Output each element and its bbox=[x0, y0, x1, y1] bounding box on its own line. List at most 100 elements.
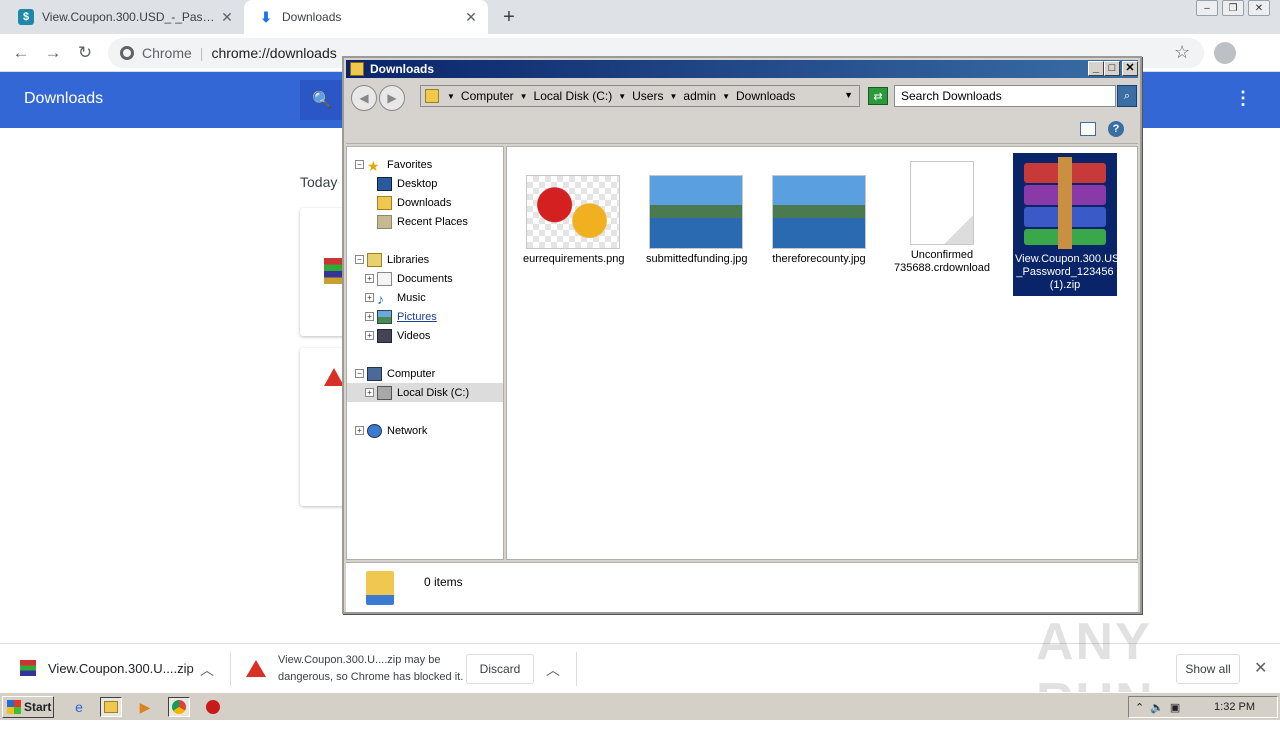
breadcrumb-downloads[interactable]: Downloads bbox=[736, 89, 795, 103]
discard-button[interactable]: Discard bbox=[466, 654, 534, 684]
minimize-button[interactable]: – bbox=[1196, 0, 1218, 16]
back-button[interactable]: ◀ bbox=[351, 85, 377, 111]
download-filename: View.Coupon.300.U....zip bbox=[48, 660, 194, 676]
file-item-selected[interactable]: View.Coupon.300.USD_-_Password_123456 (1… bbox=[1013, 153, 1137, 296]
file-item[interactable]: Unconfirmed 735688.crdownload bbox=[892, 161, 992, 275]
page-title: Downloads bbox=[24, 90, 104, 107]
breadcrumb-computer[interactable]: Computer bbox=[461, 89, 514, 103]
tab-title: Downloads bbox=[282, 10, 342, 24]
new-tab-button[interactable]: + bbox=[498, 6, 520, 28]
folder-icon bbox=[377, 195, 392, 210]
warning-icon bbox=[246, 660, 266, 677]
search-icon[interactable]: 🔍 bbox=[300, 80, 344, 120]
taskbar: Start e ▶ ⌃ 🔈 ▣ 1:32 PM bbox=[0, 692, 1280, 720]
tab-downloads[interactable]: ⬇ Downloads ✕ bbox=[244, 0, 488, 34]
image-thumbnail bbox=[772, 175, 866, 249]
image-thumbnail bbox=[649, 175, 743, 249]
documents-icon bbox=[377, 271, 392, 286]
volume-icon[interactable]: 🔈 bbox=[1150, 701, 1164, 714]
more-menu-icon[interactable]: ⋮ bbox=[1234, 88, 1252, 109]
forward-button[interactable]: → bbox=[40, 40, 66, 66]
chrome-icon bbox=[120, 46, 134, 60]
close-window-button[interactable]: ✕ bbox=[1248, 0, 1270, 16]
rar-file-icon bbox=[324, 258, 342, 284]
tab-coupon[interactable]: $ View.Coupon.300.USD_-_Password ✕ bbox=[4, 0, 244, 34]
date-section-heading: Today bbox=[300, 174, 338, 190]
recent-places-icon bbox=[377, 214, 392, 229]
window-controls: – ❐ ✕ bbox=[1196, 0, 1270, 16]
forward-button[interactable]: ▶ bbox=[379, 85, 405, 111]
close-tab-icon[interactable]: ✕ bbox=[462, 8, 480, 26]
file-item[interactable]: submittedfunding.jpg bbox=[646, 175, 748, 266]
chevron-up-icon[interactable]: ︿ bbox=[200, 660, 214, 680]
computer-icon bbox=[367, 366, 382, 381]
file-view: eurrequirements.png submittedfunding.jpg… bbox=[506, 146, 1138, 560]
command-bar: ? bbox=[346, 114, 1138, 144]
chevron-down-icon[interactable]: ▼ bbox=[844, 90, 853, 100]
url-text: chrome://downloads bbox=[211, 45, 337, 61]
explorer-window: Downloads _ □ ✕ ◀ ▶ ▼ Computer ▼ Local D… bbox=[342, 56, 1142, 614]
restore-button[interactable]: ❐ bbox=[1222, 0, 1244, 16]
stop-icon[interactable] bbox=[202, 697, 224, 717]
file-item[interactable]: eurrequirements.png bbox=[523, 175, 625, 266]
help-icon[interactable]: ? bbox=[1108, 121, 1124, 137]
network-icon bbox=[367, 423, 382, 438]
breadcrumb-local-disk[interactable]: Local Disk (C:) bbox=[534, 89, 613, 103]
nav-documents[interactable]: + Documents bbox=[347, 269, 503, 288]
navigation-pane: − ★ Favorites Desktop Downloads Recent P… bbox=[346, 146, 504, 560]
nav-downloads[interactable]: Downloads bbox=[347, 193, 503, 212]
nav-network[interactable]: + Network bbox=[347, 421, 503, 440]
media-player-icon[interactable]: ▶ bbox=[134, 697, 156, 717]
windows-logo-icon bbox=[7, 700, 21, 714]
explorer-title: Downloads bbox=[370, 62, 435, 76]
search-icon[interactable]: ⌕ bbox=[1117, 85, 1137, 107]
clock[interactable]: 1:32 PM bbox=[1214, 701, 1255, 713]
nav-recent-places[interactable]: Recent Places bbox=[347, 212, 503, 231]
winrar-archive-icon bbox=[1018, 157, 1112, 249]
nav-music[interactable]: + ♪ Music bbox=[347, 288, 503, 307]
download-item[interactable]: View.Coupon.300.U....zip bbox=[20, 660, 194, 676]
address-breadcrumb[interactable]: ▼ Computer ▼ Local Disk (C:) ▼ Users ▼ a… bbox=[420, 85, 860, 107]
chrome-taskbar-button[interactable] bbox=[168, 697, 190, 717]
folder-icon bbox=[350, 62, 364, 76]
refresh-icon[interactable]: ⇄ bbox=[868, 87, 888, 105]
preview-pane-icon[interactable] bbox=[1080, 122, 1096, 136]
nav-libraries[interactable]: − Libraries bbox=[347, 250, 503, 269]
folder-icon bbox=[425, 89, 439, 103]
maximize-button[interactable]: □ bbox=[1104, 61, 1120, 76]
file-item[interactable]: thereforecounty.jpg bbox=[769, 175, 869, 266]
close-tab-icon[interactable]: ✕ bbox=[218, 8, 236, 26]
search-input[interactable]: Search Downloads bbox=[894, 85, 1116, 107]
pictures-icon bbox=[377, 309, 392, 324]
start-button[interactable]: Start bbox=[2, 696, 54, 718]
internet-explorer-icon[interactable]: e bbox=[68, 697, 90, 717]
bookmark-star-icon[interactable]: ☆ bbox=[1174, 42, 1190, 63]
network-tray-icon[interactable]: ▣ bbox=[1170, 701, 1180, 714]
nav-desktop[interactable]: Desktop bbox=[347, 174, 503, 193]
details-pane: 0 items bbox=[346, 562, 1138, 612]
file-name: Unconfirmed 735688.crdownload bbox=[893, 249, 991, 274]
breadcrumb-users[interactable]: Users bbox=[632, 89, 663, 103]
nav-pictures[interactable]: + Pictures bbox=[347, 307, 503, 326]
reload-button[interactable]: ↻ bbox=[72, 40, 98, 66]
chevron-up-icon[interactable]: ⌃ bbox=[1135, 701, 1144, 714]
minimize-button[interactable]: _ bbox=[1088, 61, 1104, 76]
tab-strip: $ View.Coupon.300.USD_-_Password ✕ ⬇ Dow… bbox=[0, 0, 1280, 34]
site-chip: Chrome bbox=[142, 45, 192, 61]
nav-computer[interactable]: − Computer bbox=[347, 364, 503, 383]
chevron-up-icon[interactable]: ︿ bbox=[546, 660, 560, 680]
desktop-icon bbox=[377, 176, 392, 191]
system-tray: ⌃ 🔈 ▣ 1:32 PM bbox=[1128, 696, 1278, 718]
file-name: thereforecounty.jpg bbox=[772, 253, 866, 265]
nav-videos[interactable]: + Videos bbox=[347, 326, 503, 345]
nav-local-disk[interactable]: + Local Disk (C:) bbox=[347, 383, 503, 402]
nav-favorites[interactable]: − ★ Favorites bbox=[347, 155, 503, 174]
star-icon: ★ bbox=[367, 157, 380, 174]
close-button[interactable]: ✕ bbox=[1122, 61, 1138, 76]
explorer-titlebar[interactable]: Downloads _ □ ✕ bbox=[346, 60, 1138, 78]
profile-avatar[interactable] bbox=[1214, 42, 1236, 64]
explorer-taskbar-button[interactable] bbox=[100, 697, 122, 717]
chrome-icon bbox=[172, 700, 186, 714]
breadcrumb-admin[interactable]: admin bbox=[683, 89, 716, 103]
back-button[interactable]: ← bbox=[8, 40, 34, 66]
